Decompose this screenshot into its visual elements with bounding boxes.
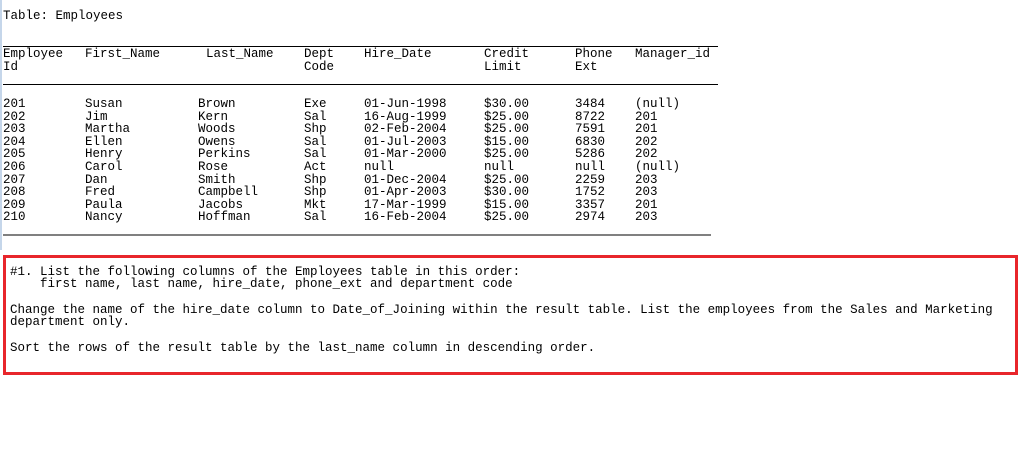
table-cell: (null) [635,97,681,111]
table-cell: Brown [198,97,236,111]
table-cell: $25.00 [484,210,530,225]
table-bottom-rule [3,234,711,236]
column-header: Id [3,59,19,74]
table-cell: Martha [85,122,131,137]
table-cell: 01-Apr-2003 [364,185,447,200]
table-cell: $25.00 [484,122,530,137]
table-cell: $30.00 [484,185,530,200]
table-cell: 203 [635,185,658,200]
column-header: Credit [484,47,530,61]
table-cell: Nancy [85,210,123,225]
table-cell: Woods [198,122,236,137]
column-header: Hire_Date [364,47,432,61]
left-edge-divider [0,0,2,250]
table-cell: Rose [198,160,229,174]
table-cell: 01-Jun-1998 [364,97,447,111]
table-cell: 203 [3,122,26,137]
table-cell: 7591 [575,122,606,137]
table-cell: 201 [635,122,658,137]
table-cell: Shp [304,122,327,137]
table-cell: 3484 [575,97,606,111]
table-cell: 02-Feb-2004 [364,122,447,137]
table-cell: 210 [3,210,26,225]
table-cell: Sal [304,210,327,225]
column-header: Ext [575,59,598,74]
task-instructions-box: #1. List the following columns of the Em… [3,255,1018,375]
column-header: Code [304,59,335,74]
table-cell: (null) [635,160,681,174]
table-cell: 201 [3,97,26,111]
header-bottom-rule [3,84,718,85]
task-line: Sort the rows of the result table by the… [10,341,596,355]
table-cell: Shp [304,185,327,200]
table-cell: null [364,160,395,174]
table-cell: $30.00 [484,97,530,111]
table-cell: Hoffman [198,210,251,225]
column-header: Manager_id [635,47,711,61]
table-cell: null [484,160,515,174]
column-header: Employee [3,47,64,61]
column-header: Phone [575,47,613,61]
column-header: First_Name [85,47,161,61]
table-cell: Act [304,160,327,174]
table-cell: 2974 [575,210,606,225]
task-line: first name, last name, hire_date, phone_… [10,277,513,291]
task-line: Change the name of the hire_date column … [10,303,993,317]
table-cell: Susan [85,97,123,111]
task-line: department only. [10,315,131,329]
table-cell: 208 [3,185,26,200]
table-cell: 1752 [575,185,606,200]
table-title: Table: Employees [3,9,124,23]
table-cell: Campbell [198,185,259,200]
table-cell: 206 [3,160,26,174]
table-cell: Exe [304,97,327,111]
table-cell: Carol [85,160,123,174]
column-header: Last_Name [206,47,274,61]
table-cell: null [575,160,606,174]
table-cell: Fred [85,185,116,200]
column-header: Limit [484,59,522,74]
column-header: Dept [304,47,335,61]
table-cell: 16-Feb-2004 [364,210,447,225]
table-cell: 203 [635,210,658,225]
